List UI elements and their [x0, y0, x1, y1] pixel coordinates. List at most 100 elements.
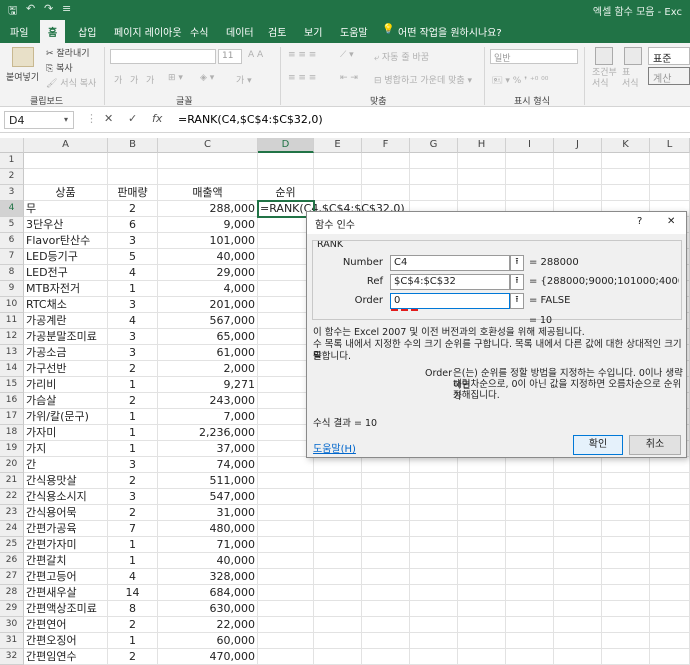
cell[interactable]: 40,000: [158, 249, 258, 265]
cell[interactable]: 간식용맛살: [24, 473, 108, 489]
cell[interactable]: 328,000: [158, 569, 258, 585]
cell[interactable]: [602, 601, 650, 617]
cell[interactable]: [314, 505, 362, 521]
cell[interactable]: [650, 169, 690, 185]
cell[interactable]: [650, 649, 690, 665]
cell[interactable]: 480,000: [158, 521, 258, 537]
row-header[interactable]: 28: [0, 585, 24, 601]
cell[interactable]: [458, 537, 506, 553]
cell[interactable]: [24, 169, 108, 185]
cell[interactable]: [650, 553, 690, 569]
tab-view[interactable]: 보기: [304, 24, 322, 39]
cell[interactable]: [410, 633, 458, 649]
column-header-j[interactable]: J: [554, 138, 602, 153]
cell[interactable]: 3단우산: [24, 217, 108, 233]
cell[interactable]: [458, 185, 506, 201]
cell[interactable]: [602, 585, 650, 601]
cell[interactable]: [458, 585, 506, 601]
cell[interactable]: [506, 505, 554, 521]
cell[interactable]: [602, 569, 650, 585]
cell[interactable]: 가지: [24, 441, 108, 457]
row-header[interactable]: 2: [0, 169, 24, 185]
customize-qat-icon[interactable]: ≡: [62, 2, 71, 15]
cell[interactable]: 가자미: [24, 425, 108, 441]
number-format-combo[interactable]: 일반: [490, 49, 578, 64]
cell[interactable]: 간식용소시지: [24, 489, 108, 505]
cell[interactable]: [362, 537, 410, 553]
cell[interactable]: 2,236,000: [158, 425, 258, 441]
redo-icon[interactable]: ↷: [44, 2, 53, 15]
cell[interactable]: [554, 585, 602, 601]
cell[interactable]: 가구선반: [24, 361, 108, 377]
style-normal[interactable]: 표준: [648, 47, 690, 65]
cell[interactable]: 1: [108, 425, 158, 441]
cell[interactable]: 가슴살: [24, 393, 108, 409]
cell[interactable]: [458, 169, 506, 185]
ok-button[interactable]: 확인: [573, 435, 623, 455]
cell[interactable]: LED전구: [24, 265, 108, 281]
cell[interactable]: 3: [108, 233, 158, 249]
order-input[interactable]: 0: [390, 293, 510, 309]
row-header[interactable]: 25: [0, 537, 24, 553]
cell[interactable]: [314, 457, 362, 473]
cell[interactable]: [506, 569, 554, 585]
cell[interactable]: 2: [108, 361, 158, 377]
tab-page-layout[interactable]: 페이지 레이아웃: [114, 24, 182, 39]
cell[interactable]: [410, 457, 458, 473]
cell[interactable]: [362, 601, 410, 617]
row-header[interactable]: 30: [0, 617, 24, 633]
cell[interactable]: 5: [108, 249, 158, 265]
tab-review[interactable]: 검토: [268, 24, 286, 39]
cell[interactable]: 1: [108, 281, 158, 297]
cell[interactable]: [602, 457, 650, 473]
number-input[interactable]: C4: [390, 255, 510, 271]
cell[interactable]: 간편오징어: [24, 633, 108, 649]
cell[interactable]: 간편새우살: [24, 585, 108, 601]
column-header-d[interactable]: D: [258, 138, 314, 153]
cell[interactable]: [258, 169, 314, 185]
cell[interactable]: [602, 169, 650, 185]
cell[interactable]: 4: [108, 265, 158, 281]
cell[interactable]: [554, 489, 602, 505]
row-header[interactable]: 22: [0, 489, 24, 505]
row-header[interactable]: 20: [0, 457, 24, 473]
cell[interactable]: [506, 169, 554, 185]
cell[interactable]: 71,000: [158, 537, 258, 553]
cut-button[interactable]: ✂ 잘라내기: [46, 46, 90, 59]
row-header[interactable]: 19: [0, 441, 24, 457]
wrap-text-button[interactable]: ⤶ 자동 줄 바꿈: [374, 50, 429, 63]
cell[interactable]: [554, 649, 602, 665]
cell[interactable]: [458, 473, 506, 489]
cell[interactable]: [258, 153, 314, 169]
cell[interactable]: [362, 489, 410, 505]
cell[interactable]: 간편연어: [24, 617, 108, 633]
cell[interactable]: [506, 521, 554, 537]
row-header[interactable]: 32: [0, 649, 24, 665]
orientation-icon[interactable]: ⟋ ▾: [340, 50, 354, 60]
cell[interactable]: 8: [108, 601, 158, 617]
cell[interactable]: [602, 489, 650, 505]
cell[interactable]: [362, 185, 410, 201]
cell[interactable]: [410, 585, 458, 601]
cell[interactable]: [602, 473, 650, 489]
column-header-g[interactable]: G: [410, 138, 458, 153]
cell[interactable]: [314, 569, 362, 585]
merge-center-button[interactable]: ⊟ 병합하고 가운데 맞춤 ▾: [374, 73, 472, 86]
underline-button[interactable]: 가: [146, 73, 154, 86]
row-header[interactable]: 29: [0, 601, 24, 617]
cell[interactable]: [554, 169, 602, 185]
cell[interactable]: 3: [108, 329, 158, 345]
cell[interactable]: [554, 505, 602, 521]
align-top-icon[interactable]: ≡ ≡ ≡: [288, 50, 316, 60]
cell[interactable]: [506, 537, 554, 553]
cell[interactable]: [458, 617, 506, 633]
cell[interactable]: LED등기구: [24, 249, 108, 265]
format-as-table-icon[interactable]: [624, 47, 642, 65]
cell[interactable]: [506, 601, 554, 617]
grow-font-icon[interactable]: A A: [248, 50, 263, 60]
row-header[interactable]: 1: [0, 153, 24, 169]
cell[interactable]: [602, 537, 650, 553]
cell[interactable]: 2,000: [158, 361, 258, 377]
cell[interactable]: 판매량: [108, 185, 158, 201]
column-header-i[interactable]: I: [506, 138, 554, 153]
